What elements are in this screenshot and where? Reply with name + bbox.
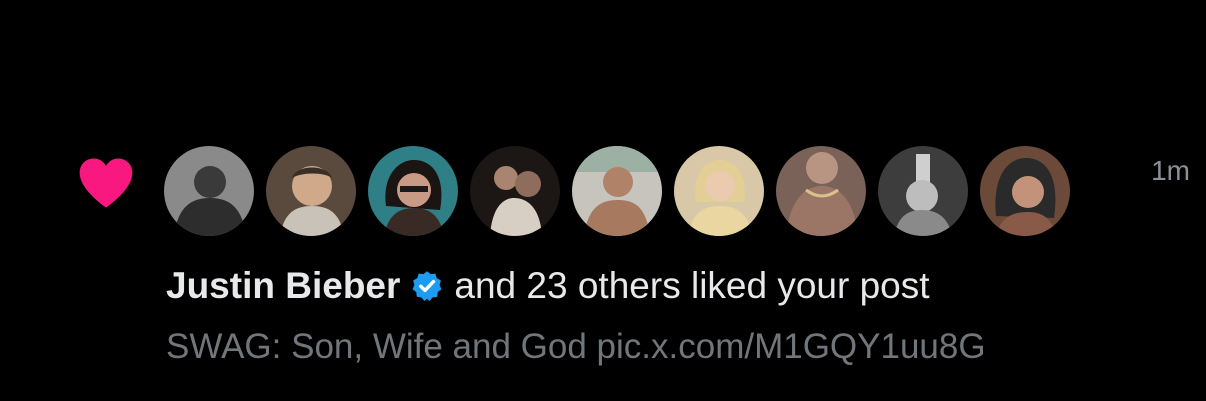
action-text: and 23 others liked your post bbox=[454, 265, 930, 306]
timestamp: 1m bbox=[1151, 155, 1190, 186]
heart-icon bbox=[79, 158, 133, 208]
avatar[interactable] bbox=[572, 146, 662, 236]
notification-text: Justin Bieber and 23 others liked your p… bbox=[166, 262, 930, 310]
avatar[interactable] bbox=[164, 146, 254, 236]
avatar[interactable] bbox=[776, 146, 866, 236]
user-name-link[interactable]: Justin Bieber bbox=[166, 262, 400, 310]
avatar[interactable] bbox=[470, 146, 560, 236]
liker-avatars bbox=[164, 146, 1070, 236]
verified-badge-icon bbox=[412, 271, 442, 302]
like-notification[interactable]: 1m Justin Bieber and 23 others liked you… bbox=[0, 0, 1206, 401]
post-preview-text[interactable]: SWAG: Son, Wife and God pic.x.com/M1GQY1… bbox=[166, 324, 986, 370]
avatar[interactable] bbox=[368, 146, 458, 236]
avatar[interactable] bbox=[980, 146, 1070, 236]
avatar[interactable] bbox=[266, 146, 356, 236]
avatar[interactable] bbox=[674, 146, 764, 236]
avatar[interactable] bbox=[878, 146, 968, 236]
